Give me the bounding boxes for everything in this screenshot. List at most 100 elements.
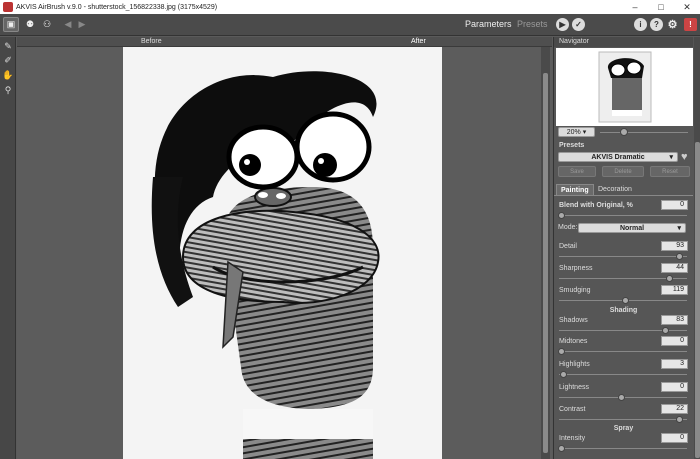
midtones-field[interactable]: 0 xyxy=(661,336,688,346)
blend-label: Blend with Original, % xyxy=(559,202,633,209)
shadows-label: Shadows xyxy=(559,317,588,324)
smudging-label: Smudging xyxy=(559,287,591,294)
midtones-slider[interactable] xyxy=(559,351,687,352)
delete-preset-button[interactable]: Delete xyxy=(602,166,644,177)
presets-title: Presets xyxy=(559,142,585,149)
lightness-label: Lightness xyxy=(559,384,589,391)
save-image-icon[interactable]: ⚉ xyxy=(22,17,38,32)
intensity-slider[interactable] xyxy=(559,448,687,449)
run-icon[interactable]: ▶ xyxy=(556,18,569,31)
zoom-slider-knob[interactable] xyxy=(620,128,628,136)
tab-divider xyxy=(554,195,693,196)
mode-select[interactable]: Normal ▾ xyxy=(578,223,686,233)
before-after-tabs: Before After xyxy=(17,37,552,47)
shadows-knob[interactable] xyxy=(662,327,669,334)
blend-slider[interactable] xyxy=(559,215,687,216)
close-button[interactable]: ✕ xyxy=(674,0,700,14)
sharpness-field[interactable]: 44 xyxy=(661,263,688,273)
reset-preset-button[interactable]: Reset xyxy=(650,166,690,177)
mode-value: Normal xyxy=(619,224,645,232)
minimize-button[interactable]: – xyxy=(622,0,648,14)
apply-icon[interactable]: ✓ xyxy=(572,18,585,31)
print-image-icon[interactable]: ⚇ xyxy=(39,17,55,32)
save-preset-button[interactable]: Save xyxy=(558,166,596,177)
mode-label: Mode: xyxy=(558,224,578,231)
maximize-button[interactable]: □ xyxy=(648,0,674,14)
tab-presets[interactable]: Presets xyxy=(517,19,548,29)
window-title: AKVIS AirBrush v.9.0 - shutterstock_1568… xyxy=(16,3,218,11)
highlights-label: Highlights xyxy=(559,361,590,368)
navigator-thumbnail xyxy=(598,51,652,123)
zoom-slider-track[interactable] xyxy=(600,132,688,133)
shadows-field[interactable]: 83 xyxy=(661,315,688,325)
intensity-label: Intensity xyxy=(559,435,586,442)
settings-icon[interactable]: ⚙ xyxy=(666,18,679,31)
highlights-knob[interactable] xyxy=(560,371,567,378)
param-sharpness: Sharpness 44 xyxy=(558,263,692,285)
favorite-heart-icon[interactable]: ♥ xyxy=(681,151,688,163)
param-midtones: Midtones 0 xyxy=(558,336,692,358)
blend-knob[interactable] xyxy=(558,212,565,219)
navigator-title: Navigator xyxy=(554,37,693,47)
canvas-scrollbar[interactable] xyxy=(541,47,550,459)
contrast-slider[interactable] xyxy=(559,419,687,420)
intensity-field[interactable]: 0 xyxy=(661,433,688,443)
info-icon[interactable]: i xyxy=(634,18,647,31)
lightness-field[interactable]: 0 xyxy=(661,382,688,392)
param-smudging: Smudging 119 xyxy=(558,285,692,307)
contrast-label: Contrast xyxy=(559,406,586,413)
news-icon[interactable]: ! xyxy=(684,18,697,31)
param-intensity: Intensity 0 xyxy=(558,433,692,455)
brush-icon[interactable]: ✎ xyxy=(2,40,14,52)
detail-label: Detail xyxy=(559,243,577,250)
tool-panel: ✎ ✐ ✋ ⚲ xyxy=(0,37,16,459)
tab-after[interactable]: After xyxy=(411,38,426,45)
chevron-down-icon: ▾ xyxy=(669,154,673,161)
smudging-field[interactable]: 119 xyxy=(661,285,688,295)
tab-before[interactable]: Before xyxy=(141,38,162,45)
shading-title: Shading xyxy=(609,307,638,314)
canvas-area: Before After xyxy=(17,37,552,459)
tab-painting[interactable]: Painting xyxy=(556,184,594,195)
hand-icon[interactable]: ✋ xyxy=(2,69,14,81)
param-contrast: Contrast 22 xyxy=(558,404,692,426)
canvas-scroll-thumb[interactable] xyxy=(543,73,548,453)
highlights-slider[interactable] xyxy=(559,374,687,375)
smudging-knob[interactable] xyxy=(622,297,629,304)
detail-knob[interactable] xyxy=(676,253,683,260)
highlights-field[interactable]: 3 xyxy=(661,359,688,369)
contrast-knob[interactable] xyxy=(676,416,683,423)
redo-icon[interactable]: ▶ xyxy=(74,17,90,32)
param-shadows: Shadows 83 xyxy=(558,315,692,337)
puppet-artwork xyxy=(123,47,442,459)
sharpness-knob[interactable] xyxy=(666,275,673,282)
chevron-down-icon: ▾ xyxy=(677,225,681,232)
contrast-field[interactable]: 22 xyxy=(661,404,688,414)
zoom-value: 20% xyxy=(566,128,581,136)
open-image-icon[interactable]: ▣ xyxy=(3,17,19,32)
lightness-knob[interactable] xyxy=(618,394,625,401)
param-blend: Blend with Original, % 0 xyxy=(558,200,692,222)
param-lightness: Lightness 0 xyxy=(558,382,692,404)
zoom-select[interactable]: 20% ▾ xyxy=(558,127,595,137)
spray-title: Spray xyxy=(613,425,634,432)
zoom-icon[interactable]: ⚲ xyxy=(2,84,14,96)
help-icon[interactable]: ? xyxy=(650,18,663,31)
midtones-knob[interactable] xyxy=(558,348,565,355)
app-icon xyxy=(3,2,13,12)
tab-decoration[interactable]: Decoration xyxy=(594,184,636,195)
panel-scrollbar[interactable] xyxy=(694,37,700,459)
blend-field[interactable]: 0 xyxy=(661,200,688,210)
detail-field[interactable]: 93 xyxy=(661,241,688,251)
panel-scroll-thumb[interactable] xyxy=(695,142,700,458)
sharpness-label: Sharpness xyxy=(559,265,593,272)
preset-select[interactable]: AKVIS Dramatic ▾ xyxy=(558,152,678,162)
navigator-preview[interactable] xyxy=(556,48,693,126)
toolbar: ▣ ⚉ ⚇ ◀ ▶ Parameters Presets ▶ ✓ i ? ⚙ ! xyxy=(0,14,700,36)
tab-parameters[interactable]: Parameters xyxy=(465,19,512,29)
result-image[interactable] xyxy=(123,47,442,459)
intensity-knob[interactable] xyxy=(558,445,565,452)
preset-selected: AKVIS Dramatic xyxy=(591,153,645,161)
history-brush-icon[interactable]: ✐ xyxy=(2,54,14,66)
detail-slider[interactable] xyxy=(559,256,687,257)
